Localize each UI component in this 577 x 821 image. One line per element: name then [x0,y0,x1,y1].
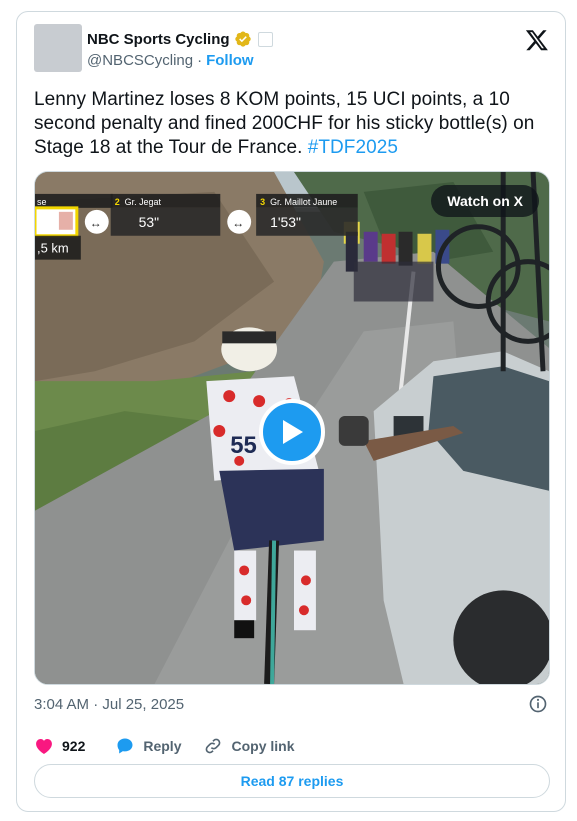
like-count: 922 [62,738,86,754]
play-icon [283,420,303,444]
hashtag-link[interactable]: #TDF2025 [308,137,398,158]
read-replies-button[interactable]: Read 87 replies [34,764,550,798]
overlay-seg3-label: Gr. Maillot Jaune [270,197,337,207]
author-handle-row: @NBCSCycling · Follow [87,52,254,69]
overlay-seg2-label: Gr. Jegat [125,197,162,207]
overlay-seg2-num: 2 [115,197,120,207]
overlay-seg3-num: 3 [260,197,265,207]
copy-link-button[interactable]: Copy link [203,736,295,756]
separator-dot: · [197,52,203,69]
overlay-seg3-time: 1'53" [270,214,301,230]
x-logo-icon[interactable] [525,28,549,52]
verified-badge-icon [234,31,251,47]
author-name-row: NBC Sports Cycling [87,29,273,49]
tweet-timestamp[interactable]: 3:04 AM · Jul 25, 2025 [34,696,184,713]
jersey-number: 55 [230,432,257,459]
link-icon [206,738,221,754]
watch-on-x-button[interactable]: Watch on X [431,185,539,217]
avatar[interactable] [34,24,82,72]
tweet-text: Lenny Martinez loses 8 KOM points, 15 UC… [34,88,544,160]
play-button[interactable] [259,399,325,465]
copy-link-label: Copy link [231,738,295,754]
author-display-name[interactable]: NBC Sports Cycling [87,31,230,48]
author-handle[interactable]: @NBCSCycling [87,52,193,69]
video-player[interactable]: se ,5 km ↔ 2 Gr. Jegat 53" ↔ 3 Gr. Maill… [34,171,550,685]
svg-text:↔: ↔ [232,216,244,230]
info-icon[interactable] [528,694,548,714]
svg-text:↔: ↔ [90,216,102,230]
like-button[interactable]: 922 [34,736,85,756]
overlay-seg1-distance: ,5 km [37,241,69,256]
heart-icon [36,739,52,754]
reply-button[interactable]: Reply [115,736,181,756]
reply-label: Reply [143,738,182,754]
action-bar: 922 Reply Copy link [34,734,317,758]
tweet-body: Lenny Martinez loses 8 KOM points, 15 UC… [34,89,535,158]
reply-bubble-icon [117,738,133,754]
overlay-seg2-time: 53" [139,214,160,230]
tweet-card: NBC Sports Cycling @NBCSCycling · Follow L… [16,11,566,812]
overlay-seg1-label: se [37,197,46,207]
affiliate-badge-icon [257,31,273,47]
follow-button[interactable]: Follow [206,52,254,69]
